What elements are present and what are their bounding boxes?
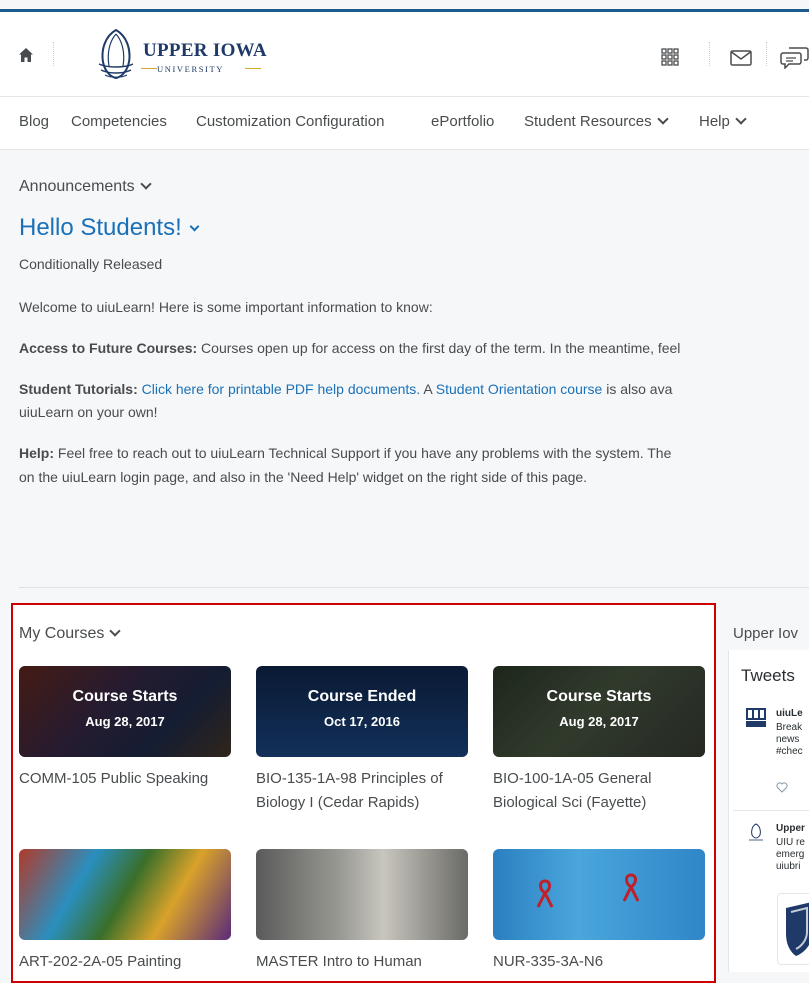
paragraph-label: Student Tutorials:	[19, 381, 138, 397]
tweet-hashtag-link[interactable]: #chec	[776, 746, 803, 758]
tweet-author[interactable]: uiuLe	[776, 708, 803, 720]
tweet-divider	[733, 810, 809, 811]
paragraph-text: Feel free to reach out to uiuLearn Techn…	[54, 445, 672, 461]
course-card-status: Course Ended	[307, 688, 417, 705]
announcements-heading[interactable]: Announcements	[19, 178, 152, 196]
uiu-avatar-icon[interactable]	[745, 822, 767, 844]
nav-bar: Blog Competencies Customization Configur…	[0, 97, 809, 150]
home-icon[interactable]	[18, 47, 34, 63]
course-card-image[interactable]: Course Starts Aug 28, 2017	[493, 666, 705, 757]
announcements-heading-label: Announcements	[19, 178, 135, 195]
header-separator	[53, 42, 55, 66]
course-card-image[interactable]	[19, 849, 231, 940]
tweet-text: UIU re	[776, 837, 805, 848]
mail-icon[interactable]	[730, 50, 752, 66]
announcement-paragraph-access: Access to Future Courses: Courses open u…	[19, 340, 680, 356]
chevron-down-icon	[735, 113, 747, 125]
nav-item-competencies[interactable]: Competencies	[71, 113, 167, 130]
uiu-shield-icon	[786, 902, 809, 956]
header-separator	[709, 42, 711, 66]
nav-item-customization-configuration[interactable]: Customization Configuration	[196, 113, 384, 130]
announcement-title[interactable]: Hello Students!	[19, 214, 200, 242]
course-card-date: Aug 28, 2017	[85, 714, 165, 729]
tweet-author[interactable]: Upper	[776, 823, 805, 835]
waffle-grid-icon[interactable]	[661, 48, 679, 66]
announcement-status: Conditionally Released	[19, 256, 163, 272]
nav-item-blog[interactable]: Blog	[19, 113, 49, 130]
my-courses-heading[interactable]: My Courses	[19, 625, 122, 643]
like-heart-icon[interactable]	[776, 782, 788, 793]
paragraph-label: Access to Future Courses:	[19, 340, 198, 356]
logo-title: UPPER IOWA	[143, 40, 267, 61]
nav-item-label: Help	[699, 113, 730, 130]
announcement-title-label: Hello Students!	[19, 214, 182, 241]
header-separator	[766, 42, 768, 66]
chevron-down-icon	[139, 178, 152, 190]
course-card-image[interactable]	[493, 849, 705, 940]
twitter-widget-title: Upper Iov	[733, 625, 799, 642]
course-card-status: Course Starts	[546, 688, 652, 705]
course-card-name[interactable]: NUR-335-3A-N6	[493, 950, 705, 974]
chevron-down-icon	[109, 625, 122, 637]
paragraph-text: is also ava	[602, 381, 673, 397]
course-card-date: Aug 28, 2017	[559, 714, 639, 729]
logo-subtitle: UNIVERSITY	[157, 64, 224, 74]
course-card-name[interactable]: ART-202-2A-05 Painting	[19, 950, 231, 974]
course-card-name[interactable]: COMM-105 Public Speaking	[19, 767, 231, 791]
announcement-paragraph-help: Help: Feel free to reach out to uiuLearn…	[19, 445, 671, 461]
student-orientation-course-link[interactable]: Student Orientation course	[436, 381, 603, 397]
paragraph-label: Help:	[19, 445, 54, 461]
course-card-overlay	[19, 666, 231, 757]
chevron-down-icon	[189, 221, 200, 232]
tweet-text: news	[776, 734, 800, 745]
tweet-text: Break	[776, 722, 803, 733]
tweet-media-card[interactable]	[777, 893, 809, 965]
course-card-overlay	[493, 666, 705, 757]
university-logo[interactable]: UPPER IOWA UNIVERSITY	[95, 26, 285, 82]
chat-icon[interactable]	[780, 47, 809, 69]
section-divider	[19, 587, 809, 588]
awareness-ribbon-icon	[536, 879, 554, 908]
course-card-name[interactable]: MASTER Intro to Human	[256, 950, 468, 974]
header: UPPER IOWA UNIVERSITY	[0, 12, 809, 97]
course-card-status: Course Starts	[72, 688, 178, 705]
tweet-text: emerg	[776, 849, 805, 860]
pdf-help-documents-link[interactable]: Click here for printable PDF help docume…	[142, 381, 421, 397]
announcement-intro: Welcome to uiuLearn! Here is some import…	[19, 299, 433, 315]
awareness-ribbon-icon	[622, 873, 640, 902]
nav-item-student-resources[interactable]: Student Resources	[524, 113, 669, 130]
tweets-heading: Tweets	[741, 666, 795, 685]
tweet-link[interactable]: uiubri	[776, 861, 800, 873]
my-courses-heading-label: My Courses	[19, 625, 105, 642]
uiulearn-avatar-icon[interactable]	[745, 707, 767, 729]
paragraph-text: A	[420, 381, 436, 397]
top-accent-bar	[0, 0, 809, 12]
announcement-paragraph-tutorials-line2: uiuLearn on your own!	[19, 404, 158, 420]
logo-rule-right	[245, 68, 261, 69]
paragraph-text: Courses open up for access on the first …	[197, 340, 681, 356]
nav-item-help[interactable]: Help	[699, 113, 747, 130]
logo-rule-left	[141, 68, 157, 69]
course-card-date: Oct 17, 2016	[324, 714, 400, 729]
logo-emblem-icon	[98, 28, 134, 80]
announcement-paragraph-help-line2: on the uiuLearn login page, and also in …	[19, 469, 588, 485]
course-card-image[interactable]: Course Ended Oct 17, 2016	[256, 666, 468, 757]
nav-item-label: Student Resources	[524, 113, 652, 130]
course-card-image[interactable]: Course Starts Aug 28, 2017	[19, 666, 231, 757]
course-card-name[interactable]: BIO-100-1A-05 General Biological Sci (Fa…	[493, 767, 705, 815]
course-card-image[interactable]	[256, 849, 468, 940]
nav-item-eportfolio[interactable]: ePortfolio	[431, 113, 494, 130]
course-card-name[interactable]: BIO-135-1A-98 Principles of Biology I (C…	[256, 767, 468, 815]
announcement-paragraph-tutorials: Student Tutorials: Click here for printa…	[19, 381, 672, 397]
chevron-down-icon	[656, 113, 669, 125]
